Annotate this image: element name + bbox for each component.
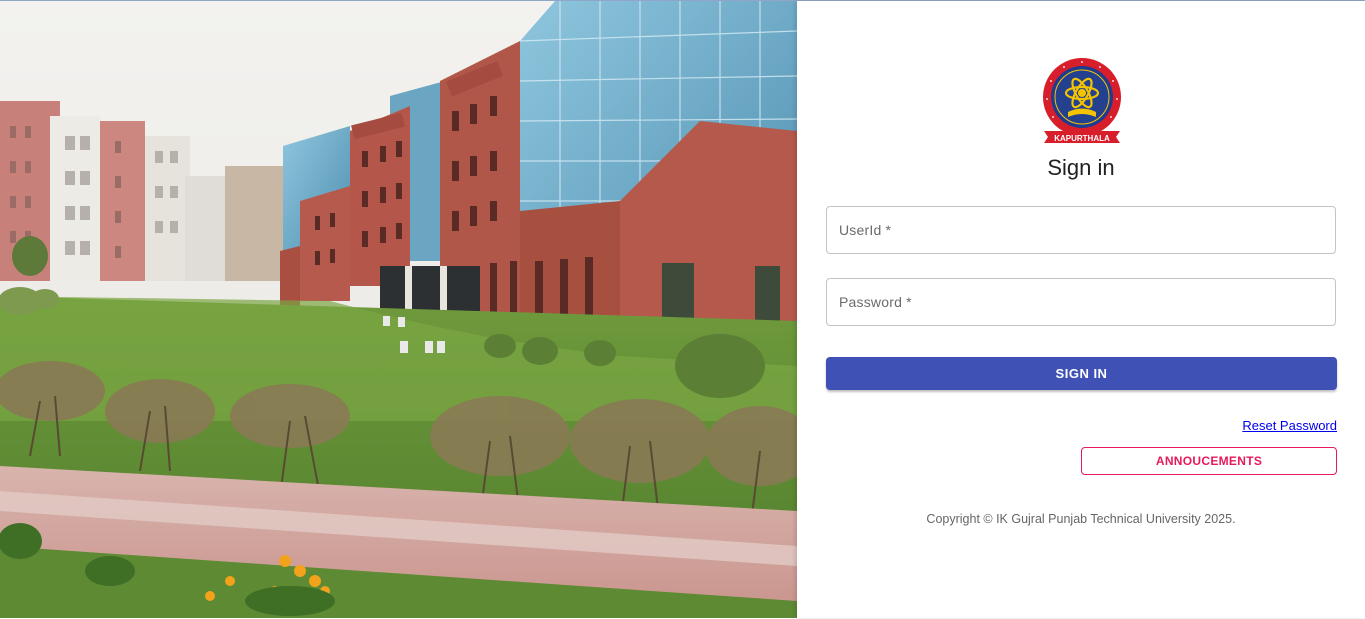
userid-field[interactable]: UserId *	[826, 206, 1336, 254]
sign-in-button[interactable]: SIGN IN	[826, 357, 1337, 390]
logo-banner-text: KAPURTHALA	[1054, 134, 1110, 143]
campus-hero-image	[0, 1, 797, 618]
password-field[interactable]: Password *	[826, 278, 1336, 326]
sign-in-panel: KAPURTHALA Sign in UserId * Password * S…	[797, 1, 1365, 618]
announcements-button[interactable]: ANNOUCEMENTS	[1081, 447, 1337, 475]
userid-input[interactable]	[827, 207, 1335, 253]
reset-password-link[interactable]: Reset Password	[1242, 418, 1337, 433]
password-input[interactable]	[827, 279, 1335, 325]
page-title: Sign in	[1047, 155, 1115, 180]
copyright-text: Copyright © IK Gujral Punjab Technical U…	[926, 512, 1236, 526]
university-logo: KAPURTHALA	[1040, 57, 1124, 149]
